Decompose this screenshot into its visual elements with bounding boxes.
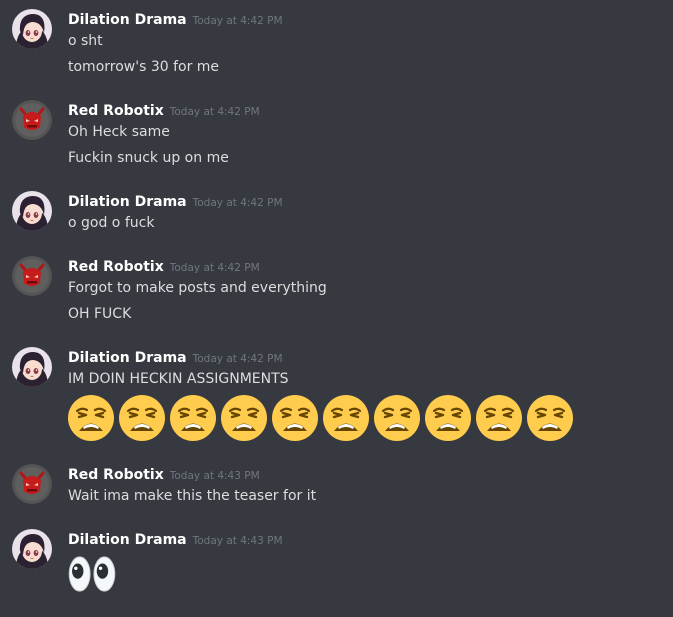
weary-face-emoji <box>424 394 472 442</box>
message-header: Red Robotix Today at 4:43 PM <box>68 464 260 484</box>
timestamp[interactable]: Today at 4:43 PM <box>170 470 260 482</box>
message-text: tomorrow's 30 for me <box>68 59 220 75</box>
timestamp[interactable]: Today at 4:42 PM <box>193 197 283 209</box>
message-header: Red Robotix Today at 4:42 PM <box>68 100 260 120</box>
message-text: o sht <box>68 33 103 49</box>
anime-girl-avatar[interactable] <box>12 191 52 231</box>
timestamp[interactable]: Today at 4:42 PM <box>193 353 283 365</box>
timestamp[interactable]: Today at 4:43 PM <box>193 535 283 547</box>
message-text: o god o fuck <box>68 215 155 231</box>
message-header: Red Robotix Today at 4:42 PM <box>68 256 260 276</box>
message-text: Fuckin snuck up on me <box>68 150 229 166</box>
author-name[interactable]: Red Robotix <box>68 259 164 275</box>
weary-face-emoji <box>220 394 268 442</box>
red-demon-avatar[interactable] <box>12 464 52 504</box>
timestamp[interactable]: Today at 4:42 PM <box>170 262 260 274</box>
weary-face-emoji <box>169 394 217 442</box>
eyes-emoji <box>67 555 117 593</box>
author-name[interactable]: Dilation Drama <box>68 194 187 210</box>
author-name[interactable]: Dilation Drama <box>68 350 187 366</box>
weary-face-emoji <box>373 394 421 442</box>
timestamp[interactable]: Today at 4:42 PM <box>170 106 260 118</box>
weary-face-emoji <box>475 394 523 442</box>
message-text: OH FUCK <box>68 306 132 322</box>
anime-girl-avatar[interactable] <box>12 9 52 49</box>
author-name[interactable]: Red Robotix <box>68 467 164 483</box>
message-text: Wait ima make this the teaser for it <box>68 488 317 504</box>
timestamp[interactable]: Today at 4:42 PM <box>193 15 283 27</box>
message-text: Forgot to make posts and everything <box>68 280 327 296</box>
weary-face-emoji <box>118 394 166 442</box>
message-text: IM DOIN HECKIN ASSIGNMENTS <box>68 371 289 387</box>
red-demon-avatar[interactable] <box>12 100 52 140</box>
author-name[interactable]: Red Robotix <box>68 103 164 119</box>
message-header: Dilation Drama Today at 4:42 PM <box>68 347 283 367</box>
message-header: Dilation Drama Today at 4:42 PM <box>68 191 283 211</box>
anime-girl-avatar[interactable] <box>12 529 52 569</box>
message-text: Oh Heck same <box>68 124 170 140</box>
weary-face-emoji <box>526 394 574 442</box>
message-header: Dilation Drama Today at 4:43 PM <box>68 529 283 549</box>
emoji-row <box>67 394 577 442</box>
red-demon-avatar[interactable] <box>12 256 52 296</box>
message-header: Dilation Drama Today at 4:42 PM <box>68 9 283 29</box>
anime-girl-avatar[interactable] <box>12 347 52 387</box>
weary-face-emoji <box>271 394 319 442</box>
author-name[interactable]: Dilation Drama <box>68 12 187 28</box>
weary-face-emoji <box>322 394 370 442</box>
author-name[interactable]: Dilation Drama <box>68 532 187 548</box>
weary-face-emoji <box>67 394 115 442</box>
